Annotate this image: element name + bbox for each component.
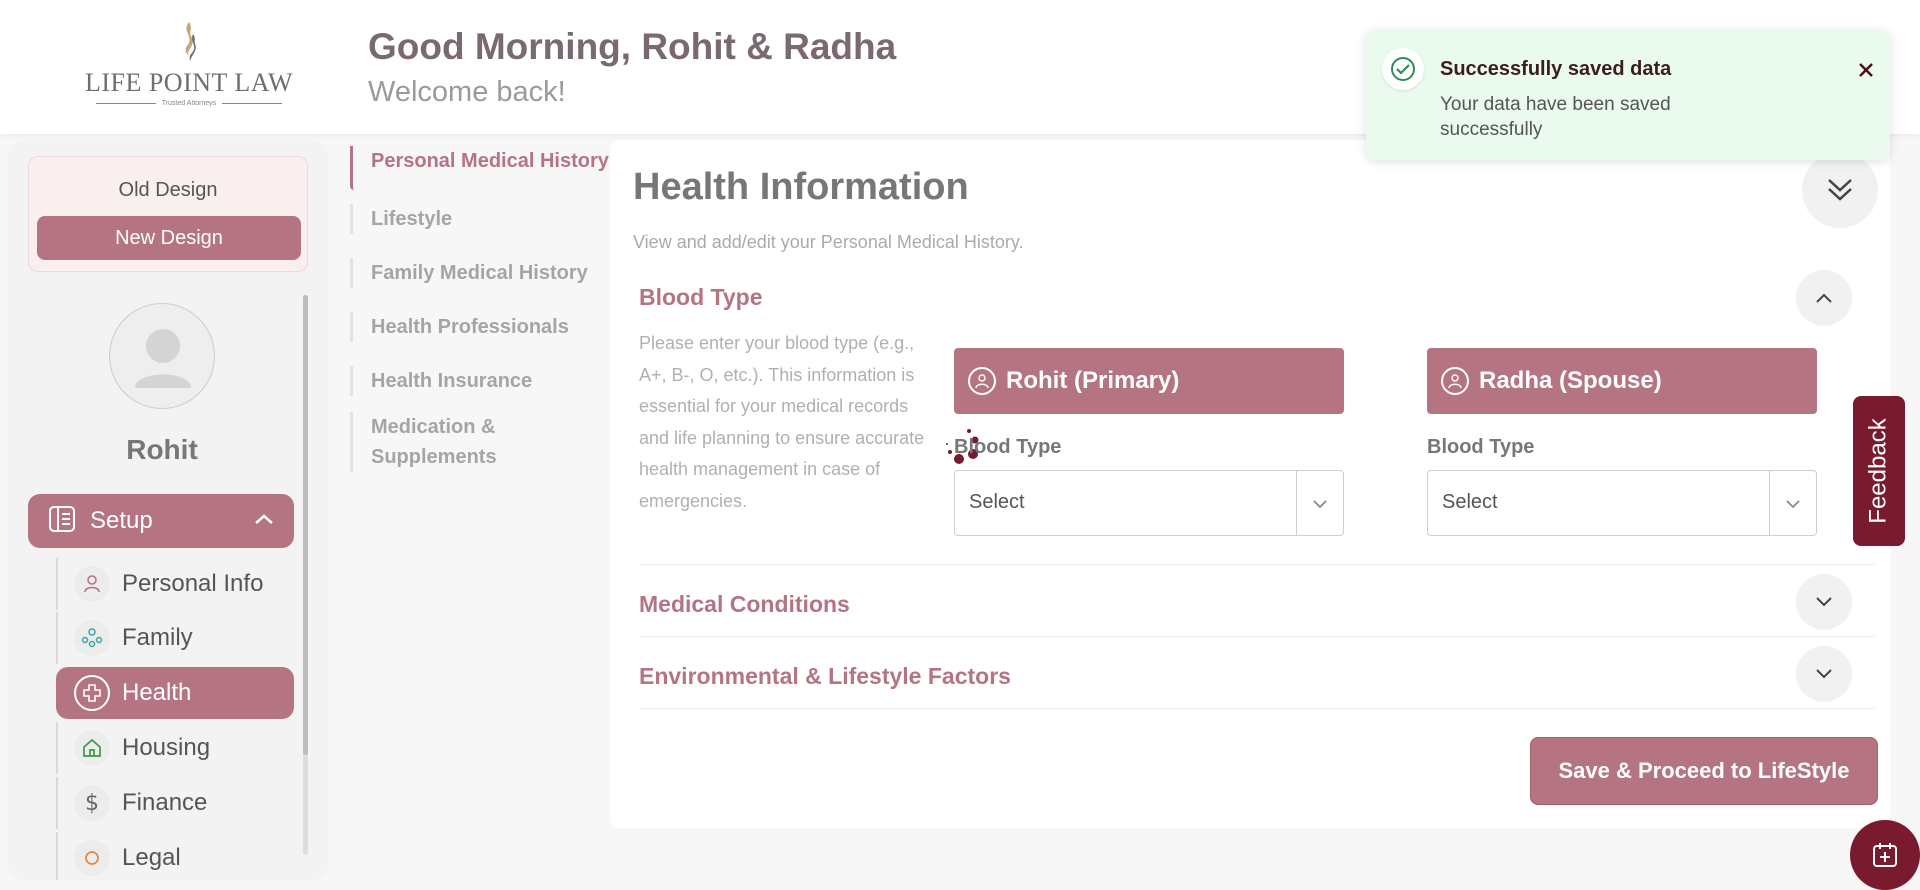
sidebar-item-health[interactable]: Health	[56, 667, 294, 719]
divider	[639, 636, 1875, 637]
section-nav-lifestyle[interactable]: Lifestyle	[350, 204, 452, 234]
environmental-factors-toggle[interactable]	[1796, 646, 1852, 702]
sidebar-item-legal[interactable]: Legal	[56, 832, 294, 880]
blood-type-description: Please enter your blood type (e.g., A+, …	[639, 333, 925, 511]
page-subtitle: View and add/edit your Personal Medical …	[633, 232, 1024, 252]
feedback-label: Feedback	[1865, 418, 1892, 524]
greeting-title: Good Morning, Rohit & Radha	[368, 26, 897, 67]
chevron-down-icon	[1816, 669, 1832, 679]
person-icon	[74, 566, 110, 602]
select-value: Select	[969, 491, 1025, 513]
family-icon	[74, 620, 110, 656]
person-header-spouse: Radha (Spouse)	[1427, 348, 1817, 414]
sidebar-item-label: Personal Info	[122, 570, 264, 597]
person-name: Radha (Spouse)	[1479, 367, 1662, 394]
house-icon	[74, 730, 110, 766]
sidebar-item-label: Health	[122, 679, 192, 706]
brand-tagline: Trusted Attorneys	[161, 100, 217, 107]
select-value: Select	[1442, 491, 1498, 513]
setup-menu-toggle[interactable]: Setup	[28, 494, 294, 548]
save-and-proceed-button[interactable]: Save & Proceed to LifeStyle	[1530, 737, 1878, 805]
section-nav-family-medical-history[interactable]: Family Medical History	[350, 258, 588, 288]
person-circle-icon	[1441, 367, 1469, 395]
chevron-down-icon	[1778, 491, 1808, 517]
dollar-icon: $	[74, 785, 110, 821]
section-nav-personal-medical-history[interactable]: Personal Medical History	[350, 146, 609, 190]
design-switch: Old Design New Design	[28, 156, 308, 272]
person-header-primary: Rohit (Primary)	[954, 348, 1344, 414]
calendar-plus-icon	[1873, 843, 1897, 867]
brand-logo[interactable]: LIFE POINT LAW Trusted Attorneys	[84, 20, 294, 110]
welcome-text: Welcome back!	[368, 76, 566, 108]
setup-label: Setup	[90, 507, 153, 534]
feedback-tab[interactable]: Feedback	[1853, 396, 1905, 546]
brand-tagline-row: Trusted Attorneys	[84, 100, 294, 107]
chevron-up-icon	[254, 512, 274, 530]
sidebar-item-finance[interactable]: $ Finance	[56, 777, 294, 829]
section-nav-medication[interactable]: Medication & Supplements	[350, 412, 497, 472]
user-name: Rohit	[126, 434, 198, 465]
sidebar-item-label: Finance	[122, 789, 208, 816]
environmental-factors-title[interactable]: Environmental & Lifestyle Factors	[639, 663, 1011, 690]
legal-icon	[74, 840, 110, 876]
new-design-button[interactable]: New Design	[37, 216, 301, 260]
blood-type-label-primary: Blood Type	[954, 436, 1062, 458]
section-nav-health-professionals[interactable]: Health Professionals	[350, 312, 569, 342]
person-circle-icon	[968, 367, 996, 395]
blood-type-title[interactable]: Blood Type	[639, 284, 763, 311]
old-design-button[interactable]: Old Design	[29, 179, 307, 202]
blood-type-toggle[interactable]	[1796, 270, 1852, 326]
avatar[interactable]	[109, 303, 215, 409]
blood-type-select-spouse[interactable]: Select	[1427, 470, 1817, 536]
chevron-up-icon	[1816, 293, 1832, 303]
success-toast: Successfully saved data Your data have b…	[1366, 30, 1890, 160]
sidebar-item-label: Legal	[122, 844, 181, 871]
flame-logo-icon	[169, 20, 209, 68]
page-title: Health Information	[633, 166, 969, 208]
sidebar-item-personal-info[interactable]: Personal Info	[56, 558, 294, 610]
section-nav-health-insurance[interactable]: Health Insurance	[350, 366, 532, 396]
toast-title: Successfully saved data	[1440, 58, 1672, 80]
person-name: Rohit (Primary)	[1006, 367, 1180, 394]
section-nav-medication-line-2: Supplements	[371, 446, 497, 468]
left-sidebar: Old Design New Design Rohit Setup Person…	[8, 140, 328, 880]
section-nav-medication-line-1: Medication &	[371, 416, 496, 438]
user-placeholder-icon	[135, 329, 191, 388]
medical-conditions-toggle[interactable]	[1796, 574, 1852, 630]
close-icon[interactable]	[1854, 58, 1878, 82]
check-circle-icon	[1382, 48, 1424, 90]
divider	[639, 708, 1875, 709]
sidebar-item-housing[interactable]: Housing	[56, 722, 294, 774]
setup-icon	[48, 505, 76, 538]
health-information-card: Health Information View and add/edit you…	[610, 140, 1890, 828]
medical-conditions-title[interactable]: Medical Conditions	[639, 591, 850, 618]
collapse-all-button[interactable]	[1802, 152, 1878, 228]
toast-message: Your data have been saved successfully	[1440, 94, 1671, 140]
double-chevron-down-icon	[1828, 179, 1852, 201]
sidebar-item-label: Housing	[122, 734, 211, 761]
chevron-down-icon	[1816, 597, 1832, 607]
add-note-button[interactable]	[1850, 820, 1920, 890]
sidebar-item-family[interactable]: Family	[56, 612, 294, 664]
brand-name: LIFE POINT LAW	[84, 68, 294, 97]
blood-type-select-primary[interactable]: Select	[954, 470, 1344, 536]
sidebar-scrollbar[interactable]	[303, 295, 308, 855]
sidebar-item-label: Family	[122, 624, 193, 651]
chevron-down-icon	[1305, 491, 1335, 517]
health-cross-icon	[74, 675, 110, 711]
divider	[639, 564, 1875, 565]
blood-type-label-spouse: Blood Type	[1427, 436, 1535, 458]
sidebar-scrollbar-thumb[interactable]	[303, 295, 308, 755]
